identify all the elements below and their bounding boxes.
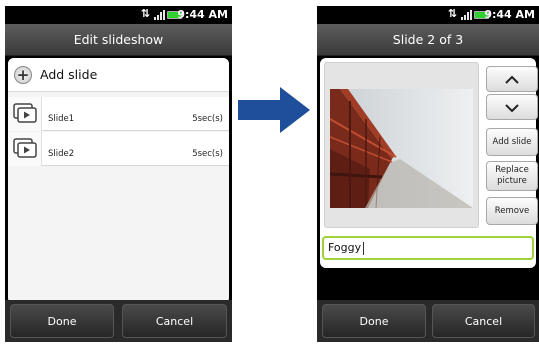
slide-picture xyxy=(330,89,473,208)
page-title: Slide 2 of 3 xyxy=(317,24,539,56)
slide-name: Slide2 xyxy=(48,149,75,159)
done-button[interactable]: Done xyxy=(322,304,426,338)
right-arrow-icon xyxy=(238,87,310,133)
cancel-button[interactable]: Cancel xyxy=(122,304,227,338)
done-button[interactable]: Done xyxy=(10,304,114,338)
status-bar: ⇅ 9:44 AM xyxy=(317,6,539,24)
page-title: Edit slideshow xyxy=(5,24,232,56)
plus-icon: + xyxy=(14,66,32,84)
usb-icon: ⇅ xyxy=(140,7,150,20)
add-slide-button[interactable]: Add slide xyxy=(486,128,538,156)
caption-input[interactable]: Foggy xyxy=(322,236,534,260)
slide-thumbnail xyxy=(8,97,42,131)
bottom-action-bar: Done Cancel xyxy=(317,300,539,342)
slide-editor: Add slide Replace picture Remove Foggy xyxy=(320,58,538,268)
add-slide-label: Add slide xyxy=(40,67,98,82)
slideshow-icon xyxy=(13,103,37,123)
slide-name: Slide1 xyxy=(48,114,75,124)
replace-picture-button[interactable]: Replace picture xyxy=(486,161,538,191)
signal-icon xyxy=(154,9,166,21)
caption-text: Foggy xyxy=(328,241,362,254)
bottom-action-bar: Done Cancel xyxy=(5,300,232,342)
slide-picture-frame[interactable] xyxy=(324,62,479,228)
cancel-button[interactable]: Cancel xyxy=(432,304,535,338)
add-slide-button[interactable]: + Add slide xyxy=(8,58,229,92)
slide-thumbnail xyxy=(8,132,42,166)
slide-list-item[interactable]: Slide2 5sec(s) xyxy=(8,132,229,166)
signal-icon xyxy=(461,9,473,21)
slide-duration: 5sec(s) xyxy=(192,149,223,159)
move-up-button[interactable] xyxy=(486,66,538,92)
remove-button[interactable]: Remove xyxy=(486,197,538,225)
move-down-button[interactable] xyxy=(486,94,538,120)
slide-duration: 5sec(s) xyxy=(192,114,223,124)
slide-detail-screen: ⇅ 9:44 AM Slide 2 of 3 Add slide Replace… xyxy=(317,6,539,342)
status-bar: ⇅ 9:44 AM xyxy=(5,6,232,24)
chevron-up-icon xyxy=(505,75,519,84)
slide-list-item[interactable]: Slide1 5sec(s) xyxy=(8,97,229,131)
usb-icon: ⇅ xyxy=(447,7,457,20)
slide-list: + Add slide Slide1 5sec(s) Slide2 5sec(s… xyxy=(8,58,229,304)
slideshow-icon xyxy=(13,138,37,158)
edit-slideshow-screen: ⇅ 9:44 AM Edit slideshow + Add slide Sli… xyxy=(5,6,232,342)
chevron-down-icon xyxy=(505,104,519,113)
clock: 9:44 AM xyxy=(484,8,535,21)
clock: 9:44 AM xyxy=(177,8,228,21)
text-cursor xyxy=(363,241,365,255)
